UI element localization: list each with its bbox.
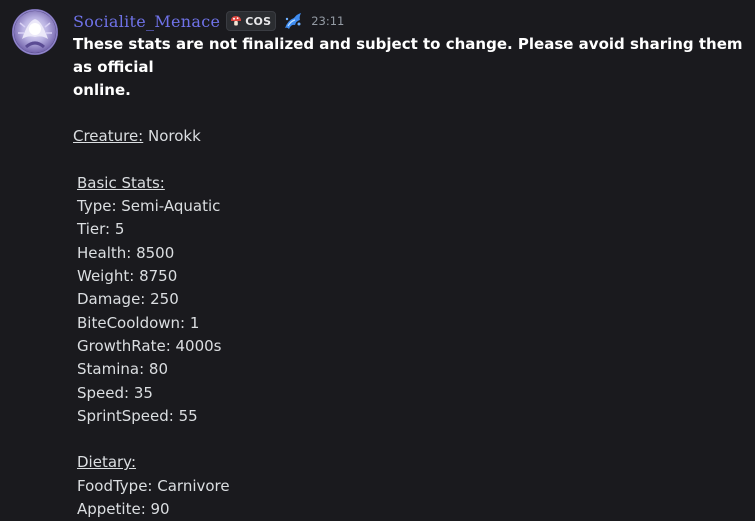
stat-line: SprintSpeed: 55 — [77, 406, 198, 425]
message-content: These stats are not finalized and subjec… — [73, 33, 748, 521]
stat-line: Stamina: 80 — [77, 360, 168, 379]
creature-value: Norokk — [143, 127, 201, 146]
avatar-art-icon — [12, 9, 58, 55]
username[interactable]: Socialite_Menace — [73, 12, 220, 31]
message-header: Socialite_Menace COS 23:11 — [73, 9, 344, 33]
stat-line: Speed: 35 — [77, 383, 153, 402]
warning-line-2: online. — [73, 81, 131, 99]
basic-stats-heading: Basic Stats: — [77, 173, 165, 192]
creature-label: Creature: — [73, 127, 144, 146]
stat-line: Weight: 8750 — [77, 267, 178, 286]
dietary-line: Appetite: 90 — [77, 500, 170, 519]
stat-line: BiteCooldown: 1 — [77, 313, 200, 332]
warning-line-1: These stats are not finalized and subjec… — [73, 35, 743, 76]
server-tag[interactable]: COS — [226, 11, 277, 31]
dietary-heading: Dietary: — [77, 453, 137, 472]
message-timestamp: 23:11 — [311, 14, 345, 28]
creature-line: Creature: Norokk — [73, 125, 748, 148]
stat-line: Health: 8500 — [77, 243, 175, 262]
server-tag-label: COS — [245, 14, 272, 28]
chat-message: Socialite_Menace COS 23:11 These stats a… — [0, 0, 755, 518]
blue-splash-icon[interactable] — [282, 10, 304, 32]
mushroom-icon — [231, 16, 242, 26]
dietary-line: FoodType: Carnivore — [77, 476, 230, 495]
stat-line: Type: Semi-Aquatic — [77, 197, 221, 216]
stat-line: Damage: 250 — [77, 290, 179, 309]
stat-line: GrowthRate: 4000s — [77, 336, 222, 355]
user-avatar[interactable] — [12, 9, 58, 55]
stat-line: Tier: 5 — [77, 220, 125, 239]
